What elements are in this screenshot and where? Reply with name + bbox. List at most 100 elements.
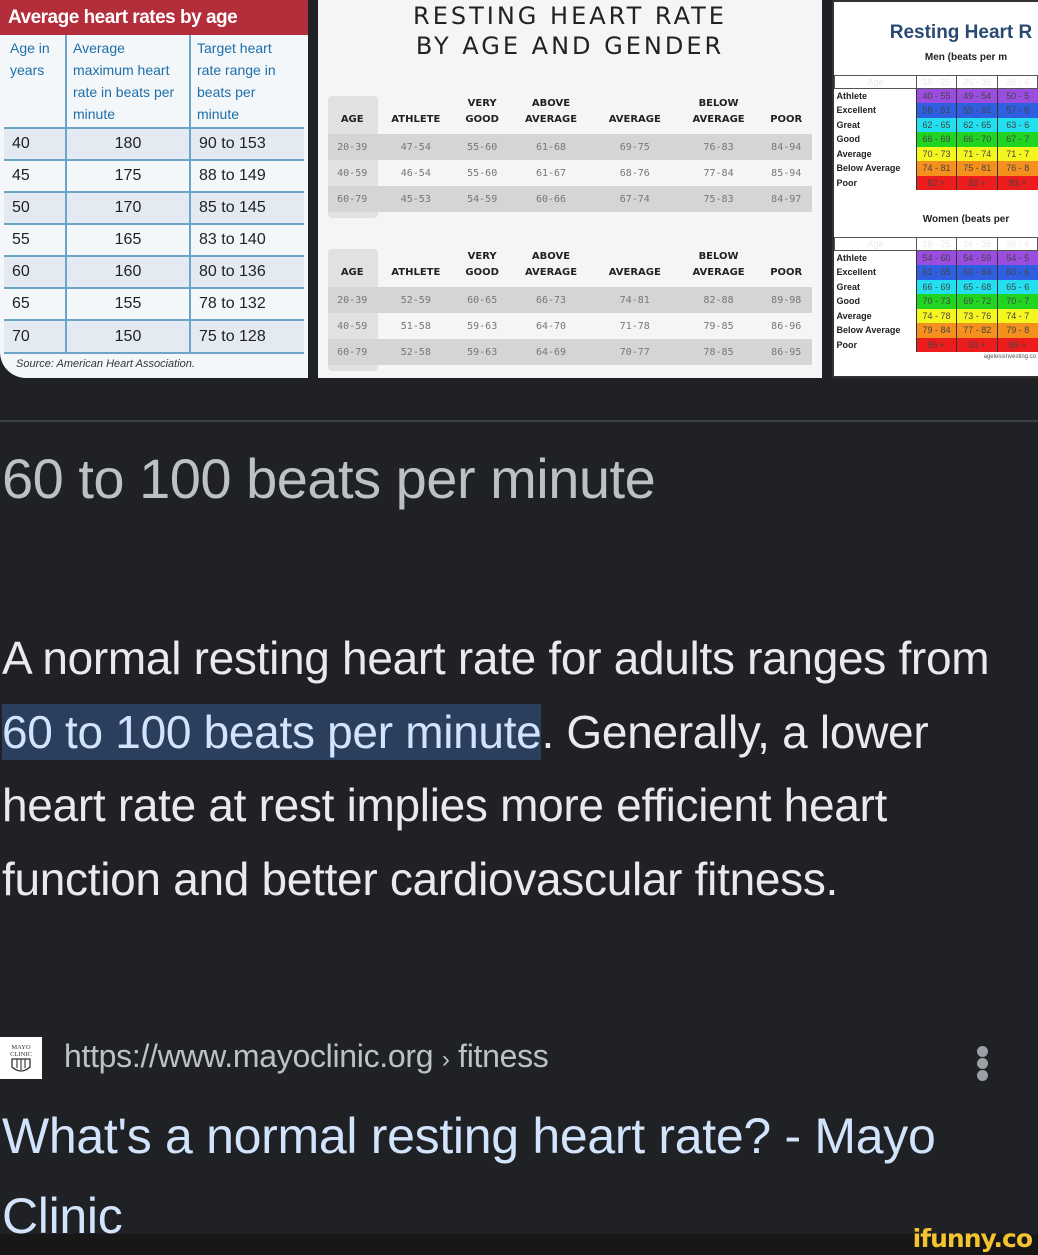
table-cell: 86-96 — [771, 320, 802, 332]
table-cell: 59-63 — [455, 339, 510, 365]
table-cell: 65 - 6 — [997, 279, 1038, 294]
table-row: 70 150 75 to 128 — [4, 319, 304, 352]
row-label: Good — [836, 134, 861, 145]
image-thumb-resting-heart-colored[interactable]: Resting Heart R Men (beats per m Age 18 -… — [832, 0, 1038, 378]
table-cell: 63 - 6 — [997, 117, 1038, 132]
table-cell: 75 - 81 — [956, 161, 998, 176]
table-cell: 50 - 5 — [997, 88, 1038, 103]
table-row: Excellent 61 - 65 60 - 64 60 - 6 — [835, 265, 1038, 280]
table-cell: 66 - 69 — [915, 132, 957, 147]
table-cell: 75 to 128 — [190, 319, 304, 352]
table-row: Great 66 - 69 65 - 68 65 - 6 — [835, 279, 1038, 294]
mayo-clinic-favicon[interactable]: MAYO CLINIC — [0, 1037, 42, 1079]
table-cell: 20-39 — [328, 134, 377, 160]
col-header: POOR — [770, 114, 803, 125]
col-header: 18 - 25 — [915, 75, 958, 89]
table-cell: 50 — [4, 191, 67, 224]
table-cell: 55 — [4, 223, 67, 256]
table-cell: 57 - 6 — [997, 103, 1038, 118]
row-label: Athlete — [836, 91, 868, 101]
table-row: Poor 85 +83 +85 + — [835, 337, 1038, 352]
col-header: ABOVE AVERAGE — [524, 98, 578, 125]
table-row: 45 175 88 to 149 — [4, 159, 304, 192]
table-cell: 74 - 7 — [997, 308, 1038, 323]
table-cell: 60-65 — [455, 287, 510, 313]
table-cell: 61 - 65 — [915, 265, 957, 280]
table-row: Good 66 - 69 66 - 70 67 - 7 — [835, 132, 1038, 147]
table-cell: 79 - 84 — [915, 323, 957, 338]
source-url[interactable]: https://www.mayoclinic.org › fitness — [64, 1038, 549, 1075]
table-cell: 66 - 69 — [915, 279, 957, 294]
table-cell: 54 - 5 — [997, 250, 1038, 265]
table-row: Average 74 - 78 73 - 76 74 - 7 — [835, 308, 1038, 323]
table-cell: 56 - 61 — [915, 103, 957, 118]
col-header: ATHLETE — [391, 114, 441, 125]
table-row: Athlete 40 - 55 49 - 54 50 - 5 — [835, 88, 1038, 103]
table-cell: 86-95 — [760, 339, 812, 365]
table-row: Poor 82 +82 +83 + — [835, 175, 1038, 190]
table-cell: 65 — [4, 287, 67, 320]
col-header: AVERAGE — [608, 267, 661, 278]
table-cell: 61-68 — [509, 134, 593, 160]
table-cell: 64-70 — [535, 320, 567, 332]
table-cell: 75-83 — [676, 186, 761, 212]
table-row: 60-79 45-53 54-59 60-66 67-74 75-83 84-97 — [328, 186, 812, 212]
table-cell: 54 - 59 — [956, 250, 998, 265]
col-header: Age — [834, 237, 917, 251]
col-header: VERY GOOD — [465, 98, 499, 125]
table-cell: 66-73 — [509, 287, 593, 313]
men-color-table: Age 18 - 25 26 - 35 36 - 4 Athlete 40 - 55 49 … — [834, 75, 1038, 190]
table-cell: 77 - 82 — [956, 323, 998, 338]
row-label: Average — [836, 310, 872, 321]
table-cell: 83 + — [956, 337, 998, 352]
table-cell: 70 - 73 — [915, 146, 957, 161]
col-header: POOR — [770, 267, 803, 278]
header-row: Age 18 - 25 26 - 35 36 - 4 — [834, 237, 1038, 251]
table-cell: 79-85 — [703, 320, 734, 332]
image-thumb-average-heart-rates[interactable]: Average heart rates by age Age in years … — [0, 0, 308, 378]
table-cell: 84-97 — [760, 186, 812, 212]
table-cell: 76-83 — [676, 134, 761, 160]
table-cell: 74 - 78 — [915, 308, 957, 323]
table-cell: 47-54 — [376, 134, 456, 160]
women-table: AGE ATHLETE VERY GOOD ABOVE AVERAGE AVERAGE BEL… — [328, 249, 812, 365]
table-cell: 69 - 72 — [956, 294, 998, 309]
col-header: 18 - 25 — [915, 237, 958, 251]
image-thumb-resting-by-gender[interactable]: RESTING HEART RATE BY AGE AND GENDER AGE… — [318, 0, 822, 378]
svg-text:MAYO: MAYO — [11, 1044, 31, 1051]
table-cell: 78 to 132 — [190, 287, 304, 320]
thumb-title: Average heart rates by age — [0, 0, 308, 35]
table-cell: 60-79 — [328, 186, 377, 212]
more-vert-icon[interactable] — [970, 1046, 996, 1082]
thumb-title-line1: RESTING HEART RATE — [413, 2, 727, 30]
table-cell: 40-59 — [337, 167, 368, 179]
table-cell: 73 - 76 — [956, 308, 998, 323]
ifunny-watermark: ifunny.co — [912, 1224, 1033, 1253]
row-label: Good — [836, 296, 861, 307]
table-cell: 68-76 — [619, 167, 650, 179]
table-cell: 175 — [66, 159, 191, 192]
result-title-link[interactable]: What's a normal resting heart rate? - Ma… — [2, 1096, 1032, 1255]
row-label: Poor — [836, 339, 858, 350]
table-row: 55 165 83 to 140 — [4, 223, 304, 256]
table-cell: 54 - 60 — [915, 250, 957, 265]
table-cell: 89-98 — [760, 287, 812, 313]
breadcrumb-separator: › — [441, 1046, 450, 1073]
row-label: Below Average — [836, 325, 901, 336]
table-cell: 83 + — [997, 175, 1038, 190]
col-header: ABOVE AVERAGE — [524, 251, 578, 278]
col-header: BELOW AVERAGE — [692, 98, 745, 125]
table-cell: 82-88 — [676, 287, 761, 313]
table-cell: 77-84 — [703, 167, 734, 179]
col-header: 26 - 35 — [956, 75, 999, 89]
table-cell: 85-94 — [771, 167, 802, 179]
table-cell: 20-39 — [328, 287, 377, 313]
thumb-title-line2: BY AGE AND GENDER — [415, 32, 725, 60]
table-cell: 64-69 — [509, 339, 593, 365]
col-header: AGE — [340, 114, 364, 125]
thumb-source: Source: American Heart Association. — [4, 352, 304, 374]
table-cell: 79 - 8 — [997, 323, 1038, 338]
table-cell: 74-81 — [592, 287, 677, 313]
header-row: Age 18 - 25 26 - 35 36 - 4 — [834, 75, 1038, 89]
table-cell: 46-54 — [400, 167, 431, 179]
